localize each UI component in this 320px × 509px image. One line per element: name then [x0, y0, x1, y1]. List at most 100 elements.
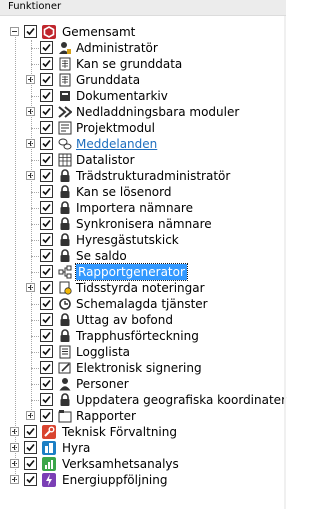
tree-item-5[interactable]: Projektmodul [0, 120, 286, 136]
checkbox[interactable] [40, 393, 53, 406]
tree-item-11[interactable]: Synkronisera nämnare [0, 216, 286, 232]
report-nodes-icon [58, 265, 72, 279]
tree-item-label[interactable]: Personer [76, 376, 129, 392]
vertical-scrollbar[interactable] [284, 16, 286, 509]
checkbox[interactable] [40, 89, 53, 102]
checkbox[interactable] [40, 345, 53, 358]
checkbox[interactable] [40, 73, 53, 86]
checkbox[interactable] [40, 201, 53, 214]
tree-item-12[interactable]: Hyresgästutskick [0, 232, 286, 248]
tree-item-label[interactable]: Datalistor [76, 152, 135, 168]
signature-pen-icon [58, 361, 72, 375]
checkbox[interactable] [40, 377, 53, 390]
tree-item-top-2[interactable]: Verksamhetsanalys [0, 456, 286, 472]
checkbox[interactable] [40, 41, 53, 54]
tree-item-label[interactable]: Importera nämnare [76, 200, 193, 216]
tree-item-10[interactable]: Importera nämnare [0, 200, 286, 216]
tree-item-label[interactable]: Dokumentarkiv [76, 88, 168, 104]
tree-item-label[interactable]: Kan se lösenord [76, 184, 171, 200]
tree-item-label[interactable]: Gemensamt [62, 24, 135, 40]
document-grid-icon [58, 73, 72, 87]
tree-item-label[interactable]: Se saldo [76, 248, 127, 264]
checkbox[interactable] [40, 281, 53, 294]
tree-item-label[interactable]: Rapportgenerator [75, 263, 188, 281]
tree-item-label[interactable]: Administratör [76, 40, 158, 56]
tree-item-19[interactable]: Logglista [0, 344, 286, 360]
checkbox[interactable] [24, 457, 37, 470]
tree-item-label[interactable]: Logglista [76, 344, 130, 360]
tree-item-top-1[interactable]: Hyra [0, 440, 286, 456]
tree-item-8[interactable]: Trädstrukturadministratör [0, 168, 286, 184]
tree-item-7[interactable]: Datalistor [0, 152, 286, 168]
tree-connector-line [31, 40, 33, 416]
tree-item-label[interactable]: Trapphusförteckning [76, 328, 199, 344]
checkbox[interactable] [40, 297, 53, 310]
tree-item-top-0[interactable]: Teknisk Förvaltning [0, 424, 286, 440]
tree-item-21[interactable]: Personer [0, 376, 286, 392]
tree-item-label[interactable]: Hyra [62, 440, 90, 456]
tree-item-2[interactable]: Grunddata [0, 72, 286, 88]
tree-item-20[interactable]: Elektronisk signering [0, 360, 286, 376]
message-bubbles-icon [58, 137, 72, 151]
tree-item-15[interactable]: Tidsstyrda noteringar [0, 280, 286, 296]
tree-item-3[interactable]: Dokumentarkiv [0, 88, 286, 104]
tree-item-17[interactable]: Uttag av bofond [0, 312, 286, 328]
lock-icon [58, 233, 72, 247]
checkbox[interactable] [40, 233, 53, 246]
checkbox[interactable] [24, 425, 37, 438]
tree-item-9[interactable]: Kan se lösenord [0, 184, 286, 200]
tree-item-top-3[interactable]: Energiuppföljning [0, 472, 286, 488]
checkbox[interactable] [40, 169, 53, 182]
checkbox[interactable] [40, 153, 53, 166]
bar-chart-icon [42, 457, 56, 471]
tree-item-14[interactable]: Rapportgenerator [0, 263, 286, 281]
checkbox[interactable] [40, 265, 53, 278]
lock-icon [58, 185, 72, 199]
tree-item-label[interactable]: Nedladdningsbara moduler [76, 104, 239, 120]
tree-item-label[interactable]: Uttag av bofond [76, 312, 173, 328]
tree-item-label[interactable]: Uppdatera geografiska koordinater [76, 392, 286, 408]
tree-item-label[interactable]: Hyresgästutskick [76, 232, 179, 248]
collapse-button[interactable] [10, 27, 19, 36]
checkbox[interactable] [40, 121, 53, 134]
tree-item-label[interactable]: Tidsstyrda noteringar [76, 280, 205, 296]
project-list-icon [58, 121, 72, 135]
checkbox[interactable] [40, 105, 53, 118]
tree-item-label[interactable]: Teknisk Förvaltning [62, 424, 177, 440]
checkbox[interactable] [24, 473, 37, 486]
checkbox[interactable] [24, 441, 37, 454]
tree-item-6[interactable]: Meddelanden [0, 136, 286, 152]
tree-item-18[interactable]: Trapphusförteckning [0, 328, 286, 344]
checkbox[interactable] [40, 249, 53, 262]
checkbox[interactable] [24, 25, 37, 38]
lock-icon [58, 313, 72, 327]
tree-item-label[interactable]: Kan se grunddata [76, 56, 182, 72]
tree-item-1[interactable]: Kan se grunddata [0, 56, 286, 72]
tree-item-label[interactable]: Projektmodul [76, 120, 155, 136]
tree-item-0[interactable]: Administratör [0, 40, 286, 56]
checkbox[interactable] [40, 313, 53, 326]
tree-item-label[interactable]: Trädstrukturadministratör [76, 168, 230, 184]
scheduled-services-icon [58, 297, 72, 311]
checkbox[interactable] [40, 217, 53, 230]
checkbox[interactable] [40, 57, 53, 70]
tree-item-label[interactable]: Grunddata [76, 72, 140, 88]
checkbox[interactable] [40, 185, 53, 198]
tree-item-label[interactable]: Schemalagda tjänster [76, 296, 208, 312]
checkbox[interactable] [40, 137, 53, 150]
tree-item-23[interactable]: Rapporter [0, 408, 286, 424]
tree-item-label[interactable]: Verksamhetsanalys [62, 456, 179, 472]
tree-item-label[interactable]: Elektronisk signering [76, 360, 202, 376]
tree-item-gemensamt[interactable]: Gemensamt [0, 24, 286, 40]
tree-item-label[interactable]: Synkronisera nämnare [76, 216, 212, 232]
checkbox[interactable] [40, 409, 53, 422]
tree-item-22[interactable]: Uppdatera geografiska koordinater [0, 392, 286, 408]
tree-item-label[interactable]: Energiuppföljning [62, 472, 167, 488]
tree-item-16[interactable]: Schemalagda tjänster [0, 296, 286, 312]
tree-item-4[interactable]: Nedladdningsbara moduler [0, 104, 286, 120]
tree-item-label[interactable]: Meddelanden [76, 136, 157, 152]
checkbox[interactable] [40, 361, 53, 374]
tree-item-label[interactable]: Rapporter [76, 408, 136, 424]
checkbox[interactable] [40, 329, 53, 342]
tree-item-13[interactable]: Se saldo [0, 248, 286, 264]
